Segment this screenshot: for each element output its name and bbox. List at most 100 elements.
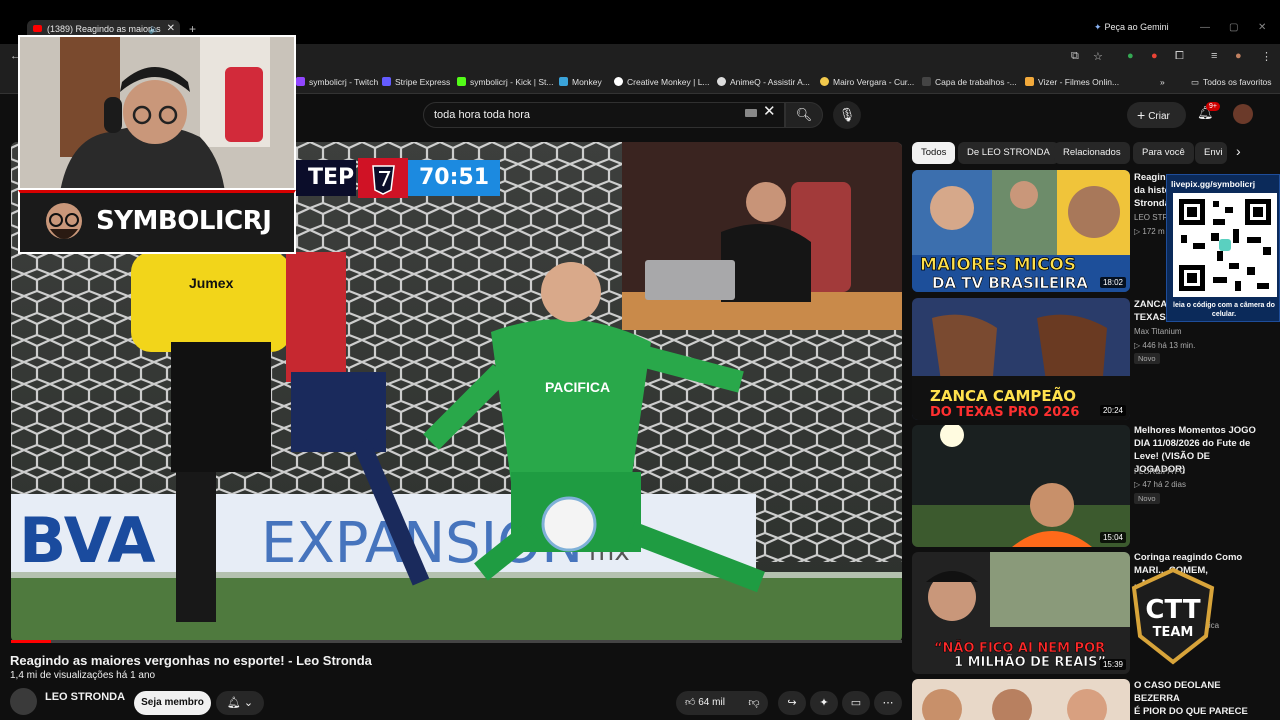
all-favorites-folder[interactable]: ▭ Todos os favoritos (1191, 77, 1272, 88)
thumbnail-art: ZANCA CAMPEÃO DO TEXAS PRO 2026 (912, 298, 1130, 420)
gemini-button[interactable]: ✦ Peça ao Gemini (1094, 22, 1169, 33)
related-thumbnail[interactable]: ZANCA CAMPEÃO DO TEXAS PRO 2026 20:24 (912, 298, 1130, 420)
team-abbreviation: TEP (296, 160, 356, 196)
bookmark-item[interactable]: Stripe Express (382, 77, 450, 87)
youtube-favicon-icon (33, 25, 42, 32)
bookmark-item[interactable]: Creative Monkey | L... (614, 77, 710, 87)
bookmark-favicon-icon (820, 77, 829, 86)
video-progress-bar[interactable] (11, 640, 902, 643)
bookmark-item[interactable]: Capa de trabalhos -... (922, 77, 1017, 87)
title-line: DIA 11/08/2026 do Fute de (1134, 438, 1251, 449)
related-thumbnail[interactable]: 15:04 (912, 425, 1130, 547)
video-metadata: 1,4 mi de visualizações há 1 ano (10, 670, 156, 681)
microphone-icon: 🎙︎ (838, 107, 856, 122)
team-crest-icon (358, 158, 408, 198)
gemini-label: Peça ao Gemini (1104, 22, 1169, 32)
cast-icon[interactable]: ⧉ (1071, 50, 1079, 63)
related-thumbnail[interactable] (912, 679, 1130, 720)
menu-dots-icon[interactable]: ⋮ (1261, 50, 1272, 63)
extension-red-icon[interactable]: ● (1151, 50, 1158, 62)
streamer-logo-banner: SYMBOLICRJ (18, 190, 296, 254)
related-channel: FLOR&IPA FC (1134, 467, 1186, 476)
bookmark-favicon-icon (1025, 77, 1034, 86)
duration-badge: 15:04 (1099, 532, 1126, 543)
chip-uploads[interactable]: Envi (1195, 142, 1227, 164)
score-bug: TEP 70:51 (296, 158, 500, 198)
related-title[interactable]: O CASO DEOLANE BEZERRA É PIOR DO QUE PARE… (1134, 679, 1262, 718)
new-badge: Novo (1134, 353, 1160, 364)
subscribed-button[interactable]: 🔔︎ ⌄ (216, 691, 264, 715)
title-line: Reagin (1134, 172, 1166, 183)
maximize-button[interactable]: ▢ (1229, 22, 1238, 33)
team-logo-subtext: TEAM (1153, 625, 1194, 640)
dislike-button[interactable]: 👎︎ (740, 691, 768, 715)
bookmark-label: symbolicrj - Kick | St... (470, 77, 554, 87)
streamer-webcam (18, 35, 296, 190)
keeper-sponsor-text: PACIFICA (545, 379, 610, 395)
new-tab-button[interactable]: + (189, 22, 196, 36)
qr-code-icon (1173, 193, 1277, 297)
webcam-frame (20, 37, 294, 188)
like-button[interactable]: 👍︎ 64 mil (676, 691, 740, 715)
thumbnail-text: 1 MILHÃO DE REAIS” (954, 654, 1106, 670)
thumbnail-text: MAIORES MICOS (920, 255, 1076, 275)
related-channel: Max Titanium (1134, 327, 1182, 336)
search-button[interactable]: 🔍︎ (785, 102, 823, 128)
thumbs-up-icon: 👍︎ (685, 697, 699, 708)
profile-icon[interactable]: ● (1235, 50, 1242, 62)
tab-search-icon[interactable]: ≡ (1211, 50, 1217, 62)
bookmark-favicon-icon (559, 77, 568, 86)
thumbnail-text: DA TV BRASILEIRA (932, 274, 1088, 292)
duration-badge: 20:24 (1099, 405, 1126, 416)
chip-for-you[interactable]: Para você (1133, 142, 1194, 164)
chip-from-channel[interactable]: De LEO STRONDA (958, 142, 1059, 164)
qr-url: livepix.gg/symbolicrj (1171, 179, 1256, 189)
bookmark-star-icon[interactable]: ☆ (1093, 50, 1103, 63)
bookmarks-overflow-icon[interactable]: » (1160, 77, 1165, 87)
extension-green-icon[interactable]: ● (1127, 50, 1134, 62)
keyboard-icon[interactable] (745, 109, 757, 117)
title-line: da histo (1134, 185, 1171, 196)
voice-search-button[interactable]: 🎙︎ (833, 101, 861, 129)
chip-related[interactable]: Relacionados (1054, 142, 1130, 164)
clear-search-icon[interactable]: ✕ (763, 102, 776, 120)
extensions-puzzle-icon[interactable]: ⧠ (1175, 50, 1184, 63)
close-window-button[interactable]: ✕ (1258, 22, 1266, 33)
related-thumbnail[interactable]: MAIORES MICOS DA TV BRASILEIRA 18:02 (912, 170, 1130, 292)
thumbnail-art (912, 425, 1130, 547)
bookmark-item[interactable]: AnimeQ - Assistir A... (717, 77, 810, 87)
avatar[interactable] (10, 688, 37, 715)
thumbnail-art: MAIORES MICOS DA TV BRASILEIRA (912, 170, 1130, 292)
chip-all[interactable]: Todos (912, 142, 956, 164)
bookmark-item[interactable]: Mairo Vergara - Cur... (820, 77, 914, 87)
bookmark-label: Monkey (572, 77, 602, 87)
tab-title: (1389) Reagindo as maiores (47, 24, 161, 34)
search-icon: 🔍︎ (795, 107, 813, 122)
streamer-name-text: SYMBOLICRJ (96, 206, 272, 236)
related-thumbnail[interactable]: “NÃO FICO AI NEM POR 1 MILHÃO DE REAIS” … (912, 552, 1130, 674)
bookmark-item[interactable]: Vizer - Filmes Onlin... (1025, 77, 1119, 87)
title-line: Stronda (1134, 198, 1170, 209)
bookmark-item[interactable]: Monkey (559, 77, 602, 87)
chevron-right-icon[interactable]: › (1236, 143, 1241, 159)
channel-name[interactable]: LEO STRONDA (45, 691, 125, 703)
save-button[interactable]: ▭ (842, 691, 870, 715)
plus-icon: + (1137, 107, 1146, 123)
create-button[interactable]: + Criar (1127, 102, 1186, 128)
more-actions-button[interactable]: ⋯ (874, 691, 902, 715)
thumbnail-text: ZANCA CAMPEÃO (930, 386, 1076, 405)
share-button[interactable]: ↪ (778, 691, 806, 715)
clip-button[interactable]: ✦ (810, 691, 838, 715)
search-input[interactable]: toda hora toda hora (423, 102, 785, 128)
minimize-button[interactable]: — (1200, 22, 1210, 33)
bookmark-favicon-icon (614, 77, 623, 86)
bookmark-item[interactable]: symbolicrj - Kick | St... (457, 77, 553, 87)
avatar[interactable] (1233, 104, 1253, 124)
team-logo-text: CTT (1145, 595, 1200, 625)
bookmark-item[interactable]: symbolicrj - Twitch (296, 77, 378, 87)
all-favorites-label: Todos os favoritos (1203, 77, 1272, 87)
thumbs-down-icon: 👎︎ (748, 697, 760, 709)
ctt-shield-icon: CTT TEAM (1131, 567, 1215, 665)
bookmark-favicon-icon (457, 77, 466, 86)
join-button[interactable]: Seja membro (134, 691, 211, 715)
